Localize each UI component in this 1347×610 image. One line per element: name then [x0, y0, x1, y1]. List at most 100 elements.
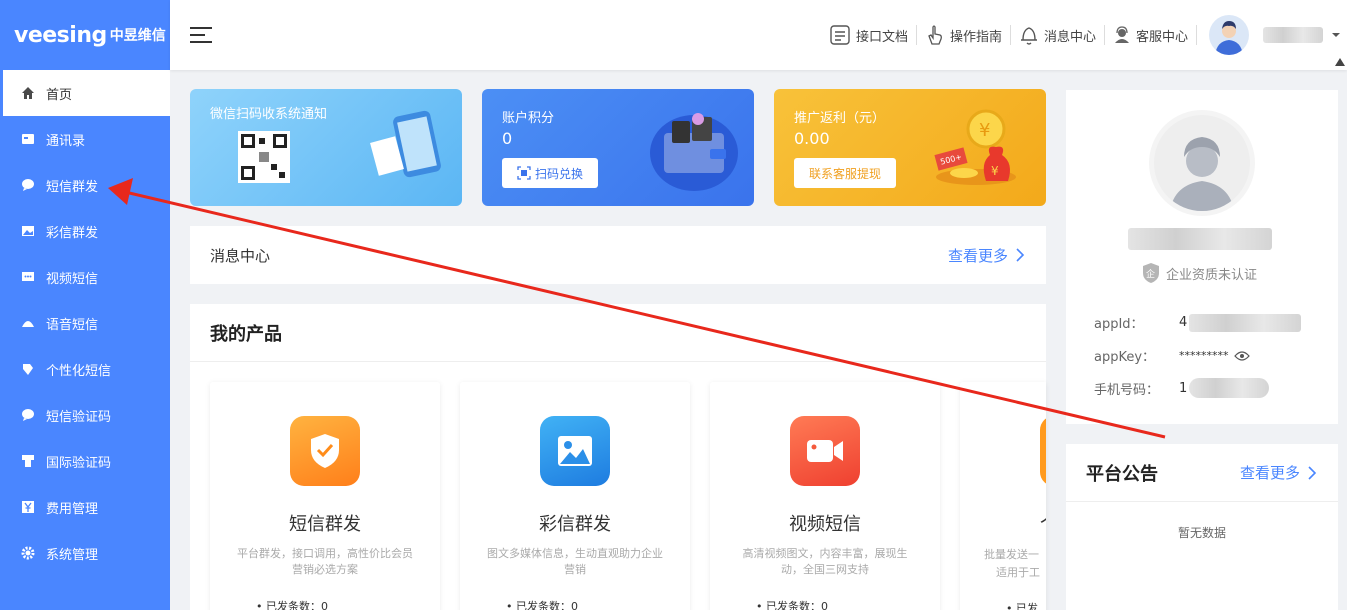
logo-cn: 中昱维信: [109, 28, 166, 44]
sidebar-item-label: 短信群发: [46, 179, 99, 195]
phone-illustration: [370, 110, 441, 178]
product-sent-label: 已发条数：0: [266, 600, 328, 610]
product-sent-count: • 已发条数：0: [506, 598, 690, 610]
sidebar-item-home[interactable]: 首页: [0, 70, 170, 116]
shield-badge-icon: 企: [1143, 263, 1159, 283]
picture-icon: [540, 416, 610, 486]
image-icon: [20, 223, 36, 239]
product-name: 彩信群发: [539, 514, 611, 535]
wechat-notify-card[interactable]: 微信扫码收系统通知: [190, 89, 462, 206]
sidebar-nav: 首页 通讯录 短信群发 彩信群发 视频短信 语音短信 个性化短信 短信验证码 国…: [0, 70, 170, 576]
contact-withdraw-label: 联系客服提现: [809, 166, 882, 181]
sidebar-item-system[interactable]: 系统管理: [0, 530, 170, 576]
rebate-value: 0.00: [794, 129, 830, 148]
international-icon: [20, 453, 36, 469]
product-sent-label: 已发: [1016, 602, 1038, 610]
wechat-notify-title: 微信扫码收系统通知: [210, 107, 328, 122]
appid-value: 4: [1179, 315, 1188, 330]
sidebar-item-billing[interactable]: 费用管理: [0, 484, 170, 530]
coin-money-bag-illustration: ¥¥500+: [934, 109, 1016, 185]
sidebar-item-sms[interactable]: 短信群发: [0, 162, 170, 208]
video-camera-icon: [790, 416, 860, 486]
sms-icon: [20, 177, 36, 193]
home-icon: [20, 85, 36, 101]
sidebar-item-mms[interactable]: 彩信群发: [0, 208, 170, 254]
product-sent-count: • 已发: [1006, 600, 1046, 610]
sidebar-item-video[interactable]: 视频短信: [0, 254, 170, 300]
rebate-title: 推广返利（元）: [794, 111, 886, 126]
sidebar-item-verify-code[interactable]: 短信验证码: [0, 392, 170, 438]
chevron-right-icon: [1016, 248, 1025, 262]
product-desc: 批量发送一: [984, 548, 1039, 561]
wallet-illustration: [650, 113, 738, 191]
sidebar-item-contacts[interactable]: 通讯录: [0, 116, 170, 162]
sidebar: veesing 中昱维信 首页 通讯录 短信群发 彩信群发 视频短信 语音短信: [0, 0, 170, 610]
header-link-label: 接口文档: [855, 29, 908, 45]
sidebar-item-label: 个性化短信: [46, 363, 112, 379]
sidebar-item-label: 通讯录: [46, 133, 86, 149]
scan-exchange-label: 扫码兑换: [535, 166, 584, 181]
svg-text:企: 企: [1146, 268, 1155, 280]
sidebar-item-label: 费用管理: [46, 501, 99, 517]
shield-check-icon: [290, 416, 360, 486]
product-card-mms[interactable]: 彩信群发 图文多媒体信息，生动直观助力企业营销 • 已发条数：0: [460, 382, 690, 610]
sidebar-item-international[interactable]: 国际验证码: [0, 438, 170, 484]
sidebar-item-label: 系统管理: [46, 547, 99, 563]
menu-toggle-icon[interactable]: [190, 22, 212, 48]
message-more-label: 查看更多: [947, 246, 1008, 265]
chevron-down-icon[interactable]: [1331, 30, 1341, 40]
contact-withdraw-button[interactable]: 联系客服提现: [794, 158, 897, 188]
notice-header: 平台公告 查看更多: [1066, 444, 1338, 502]
product-desc: 图文多媒体信息，生动直观助力企业营销: [487, 547, 663, 576]
video-message-icon: [20, 269, 36, 285]
qr-code-icon: [238, 131, 290, 183]
product-card-video[interactable]: 视频短信 高清视频图文，内容丰富，展现生动，全国三网支持 • 已发条数：0: [710, 382, 940, 610]
appkey-key: appKey：: [1094, 350, 1156, 365]
product-sent-count: • 已发条数：0: [256, 598, 440, 610]
header-link-support[interactable]: 客服中心: [1105, 26, 1196, 45]
profile-avatar[interactable]: [1149, 110, 1255, 216]
cert-status: 企 企业资质未认证: [1141, 262, 1257, 284]
phone-value: 1: [1179, 380, 1188, 396]
scan-exchange-button[interactable]: 扫码兑换: [502, 158, 599, 188]
product-card-sms[interactable]: 短信群发 平台群发，接口调用，高性价比会员营销必选方案 • 已发条数：0: [210, 382, 440, 610]
header-links: 接口文档 操作指南 消息中心 客服中心: [821, 0, 1347, 70]
header-link-api-docs[interactable]: 接口文档: [821, 24, 916, 46]
yen-icon: [20, 499, 36, 515]
svg-text:¥: ¥: [991, 164, 999, 178]
message-center-title: 消息中心: [210, 246, 271, 265]
product-desc-2: 适用于工: [996, 566, 1040, 579]
logo[interactable]: veesing 中昱维信: [0, 0, 170, 70]
verify-code-icon: [20, 407, 36, 423]
scroll-up-indicator[interactable]: [1335, 58, 1345, 66]
customer-service-icon: [1114, 26, 1129, 43]
header-link-messages[interactable]: 消息中心: [1011, 24, 1104, 46]
user-avatar[interactable]: [1209, 15, 1249, 55]
points-value: 0: [502, 129, 513, 148]
product-name: 短信群发: [289, 514, 361, 535]
product-desc: 平台群发，接口调用，高性价比会员营销必选方案: [237, 547, 413, 576]
header-link-guide[interactable]: 操作指南: [917, 24, 1010, 46]
header-link-label: 客服中心: [1135, 29, 1188, 45]
hand-pointer-icon: [928, 25, 942, 45]
product-sent-count: • 已发条数：0: [756, 598, 940, 610]
username-blurred[interactable]: [1263, 27, 1323, 43]
sidebar-item-label: 短信验证码: [46, 409, 112, 425]
header-link-label: 消息中心: [1043, 29, 1096, 45]
rebate-card: 推广返利（元） 0.00 联系客服提现 ¥ ¥500+: [774, 89, 1046, 206]
sidebar-item-custom[interactable]: 个性化短信: [0, 346, 170, 392]
notice-title: 平台公告: [1086, 463, 1158, 485]
sidebar-item-voice[interactable]: 语音短信: [0, 300, 170, 346]
phone-blur: [1189, 378, 1270, 398]
products-header: 我的产品: [190, 304, 1046, 362]
eye-icon[interactable]: [1233, 350, 1250, 362]
notice-more-link[interactable]: 查看更多: [1240, 462, 1318, 483]
product-card-partial[interactable]: 个 批量发送一 适用于工 • 已发: [960, 382, 1046, 610]
points-card: 账户积分 0 扫码兑换: [482, 89, 754, 206]
appid-row: appId： 4: [1094, 313, 1302, 332]
appkey-value: *********: [1179, 349, 1229, 362]
chevron-right-icon: [1308, 465, 1317, 480]
message-more-link[interactable]: 查看更多: [948, 245, 1026, 266]
contacts-icon: [20, 131, 36, 147]
cert-status-label: 企业资质未认证: [1166, 267, 1258, 283]
